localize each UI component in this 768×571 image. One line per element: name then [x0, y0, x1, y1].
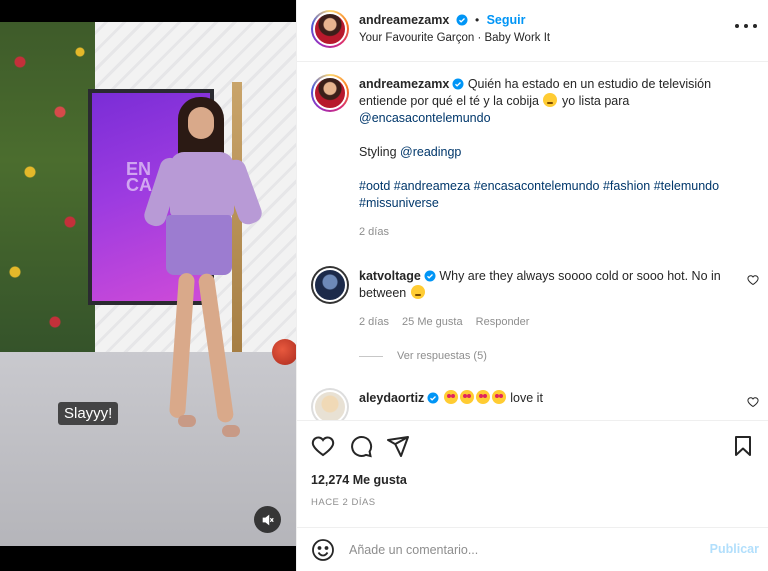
- caption-body: andreamezamx Quién ha estado en un estud…: [359, 76, 739, 241]
- avatar[interactable]: [311, 74, 349, 112]
- speaker-muted-icon[interactable]: [254, 506, 281, 533]
- heart-eyes-emoji-icon: [459, 390, 474, 404]
- comment-item: katvoltage Why are they always soooo col…: [297, 254, 768, 374]
- verified-badge-icon: [456, 14, 468, 26]
- reply-thread-line: [359, 355, 383, 357]
- comments-scroll-area[interactable]: andreamezamx Quién ha estado en un estud…: [297, 62, 768, 420]
- presenter-figure: [141, 97, 280, 457]
- likes-count[interactable]: 12,274 Me gusta: [311, 473, 407, 487]
- comment-likes[interactable]: 25 Me gusta: [402, 316, 463, 328]
- caption-text-part-2: yo lista para: [561, 94, 630, 108]
- emoji-picker-icon[interactable]: [311, 538, 335, 562]
- plant-wall: [0, 22, 95, 367]
- reply-button[interactable]: Responder: [476, 316, 530, 328]
- audio-track-link[interactable]: Your Favourite Garçon · Baby Work It: [359, 32, 550, 44]
- avatar[interactable]: [311, 10, 349, 48]
- hashtag-list: #ootd #andreameza #encasacontelemundo #f…: [359, 178, 739, 212]
- emoji-face-icon: [410, 285, 425, 299]
- styling-line: Styling @readingp: [359, 144, 739, 161]
- comment-item: aleydaortiz love it: [297, 376, 768, 420]
- heart-icon[interactable]: [747, 396, 759, 408]
- heart-eyes-emoji-icon: [491, 390, 506, 404]
- hashtag-link[interactable]: #andreameza: [394, 179, 470, 193]
- bookmark-icon[interactable]: [731, 434, 755, 458]
- post-timestamp[interactable]: HACE 2 DÍAS: [311, 497, 376, 508]
- post-caption: andreamezamx Quién ha estado en un estud…: [297, 62, 768, 252]
- comment-body: aleydaortiz love it: [359, 390, 739, 407]
- caption-time[interactable]: 2 días: [359, 226, 389, 238]
- emoji-face-icon: [543, 93, 558, 107]
- comment-text: katvoltage Why are they always soooo col…: [359, 268, 739, 302]
- comment-time[interactable]: 2 días: [359, 316, 389, 328]
- caption-text: andreamezamx Quién ha estado en un estud…: [359, 76, 739, 127]
- heart-icon[interactable]: [747, 274, 759, 286]
- heart-eyes-emoji-icon: [443, 390, 458, 404]
- avatar[interactable]: [311, 388, 349, 420]
- hashtag-link[interactable]: #ootd: [359, 179, 390, 193]
- caption-username[interactable]: andreamezamx: [359, 77, 449, 91]
- video-frame: EN CA: [0, 22, 296, 546]
- header-username[interactable]: andreamezamx: [359, 13, 449, 27]
- heart-icon[interactable]: [311, 434, 335, 458]
- comment-text: aleydaortiz love it: [359, 390, 739, 407]
- comment-username[interactable]: aleydaortiz: [359, 391, 424, 405]
- styling-mention-link[interactable]: @readingp: [400, 145, 461, 159]
- post-header: andreamezamx • Seguir Your Favourite Gar…: [297, 0, 768, 62]
- hashtag-link[interactable]: #missuniverse: [359, 196, 439, 210]
- comment-content: love it: [510, 391, 543, 405]
- show-logo-graphic: EN CA: [126, 159, 152, 195]
- add-comment-bar: Publicar: [297, 527, 768, 571]
- share-icon[interactable]: [386, 434, 410, 458]
- separator-dot: •: [475, 13, 480, 27]
- mention-link[interactable]: @encasacontelemundo: [359, 111, 491, 125]
- comment-body: katvoltage Why are they always soooo col…: [359, 268, 739, 331]
- video-caption-chip: Slayyy!: [58, 402, 119, 425]
- verified-badge-icon: [427, 392, 439, 404]
- verified-badge-icon: [452, 78, 464, 90]
- comment-input[interactable]: [349, 538, 689, 562]
- caption-meta: 2 días: [359, 224, 739, 241]
- view-replies-button[interactable]: Ver respuestas (5): [359, 350, 487, 362]
- instagram-post-modal: EN CA Slayyy! andreamezamx • Seguir Your…: [0, 0, 768, 571]
- header-name-line: andreamezamx • Seguir: [359, 13, 525, 27]
- publish-button[interactable]: Publicar: [710, 542, 759, 556]
- follow-button[interactable]: Seguir: [487, 13, 526, 27]
- avatar[interactable]: [311, 266, 349, 304]
- comment-icon[interactable]: [349, 434, 373, 458]
- heart-eyes-emoji-icon: [475, 390, 490, 404]
- comment-meta: 2 días 25 Me gusta Responder: [359, 314, 739, 331]
- styling-label: Styling: [359, 145, 397, 159]
- verified-badge-icon: [424, 270, 436, 282]
- hashtag-link[interactable]: #encasacontelemundo: [474, 179, 600, 193]
- hashtag-link[interactable]: #fashion: [603, 179, 650, 193]
- post-actions: [297, 420, 768, 470]
- hashtag-link[interactable]: #telemundo: [654, 179, 719, 193]
- comment-username[interactable]: katvoltage: [359, 269, 421, 283]
- view-replies-label: Ver respuestas (5): [397, 350, 487, 362]
- more-options-icon[interactable]: [735, 18, 757, 34]
- post-video[interactable]: EN CA Slayyy!: [0, 0, 296, 571]
- post-details-panel: andreamezamx • Seguir Your Favourite Gar…: [296, 0, 768, 571]
